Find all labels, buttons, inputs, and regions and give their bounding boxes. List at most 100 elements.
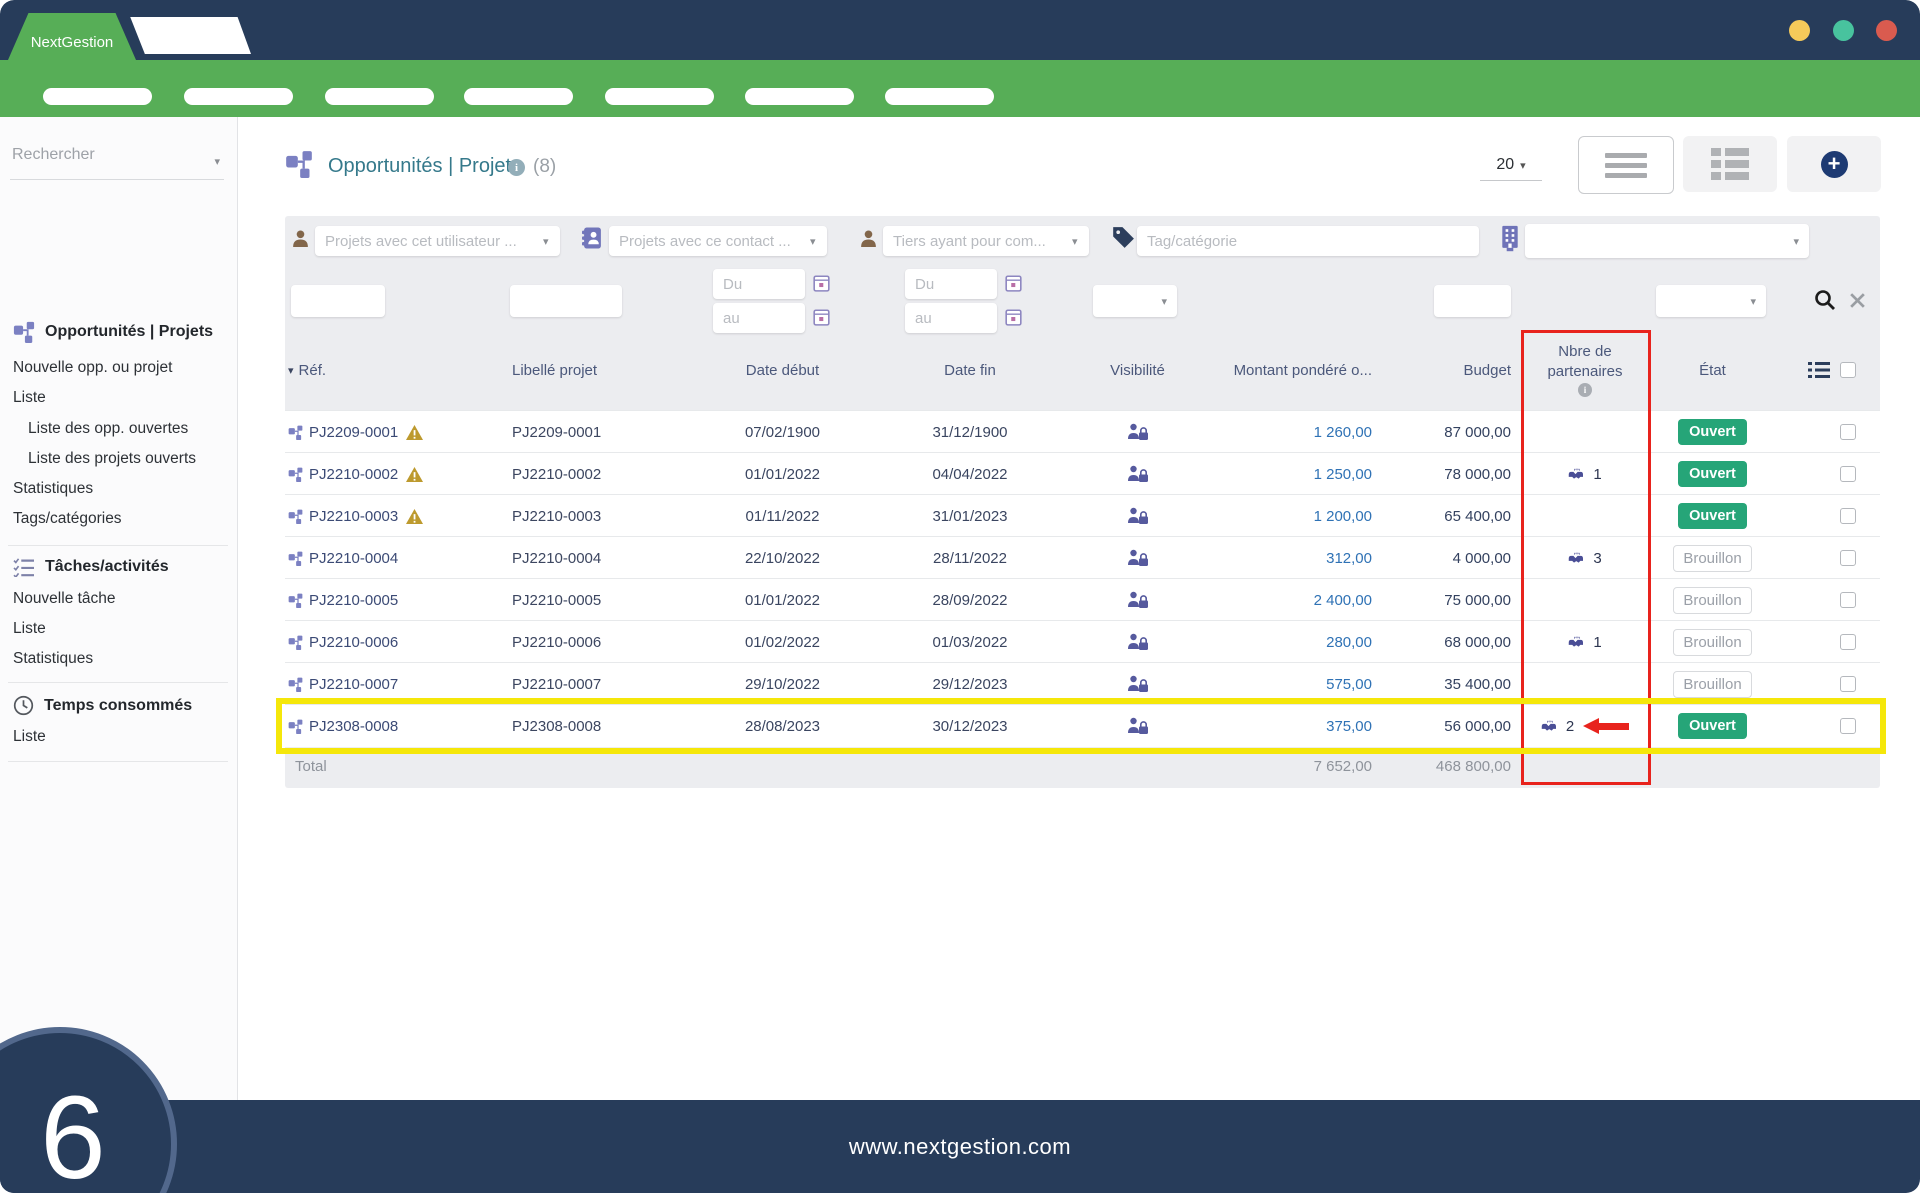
filter-debut-to-input[interactable] [713,303,805,333]
calendar-icon[interactable] [1005,274,1022,292]
sidebar-item-tags-categories[interactable]: Tags/catégories [13,510,122,528]
table-row[interactable]: PJ2210-0004 PJ2210-0004 22/10/2022 28/11… [285,536,1880,579]
close-icon[interactable] [1848,291,1867,310]
table-row[interactable]: PJ2210-0006 PJ2210-0006 01/02/2022 01/03… [285,620,1880,663]
info-icon[interactable]: i [1578,383,1592,397]
table-row-highlighted[interactable]: PJ2308-0008 PJ2308-0008 28/08/2023 30/12… [285,704,1880,747]
status-badge: Ouvert [1678,713,1747,739]
sitemap-icon [13,321,35,343]
sidebar-section-opportunites[interactable]: Opportunités | Projets [13,321,213,343]
filter-visibilite-select[interactable]: ▾ [1093,285,1177,317]
date-fin: 28/11/2022 [875,537,1065,579]
filter-budget-input[interactable] [1434,285,1511,317]
row-checkbox[interactable] [1840,592,1856,608]
header-montant[interactable]: Montant pondéré o... [1210,330,1380,410]
filter-ref-input[interactable] [291,285,385,317]
date-debut: 29/10/2022 [690,663,875,705]
header-date-debut[interactable]: Date début [690,330,875,410]
window-dot-yellow [1789,20,1810,41]
sidebar-item-nouvelle-opp[interactable]: Nouvelle opp. ou projet [13,359,172,377]
sidebar-search[interactable]: ▾ [10,145,224,180]
project-ref-link[interactable]: PJ2210-0003 [309,508,398,525]
filter-libelle-input[interactable] [510,285,622,317]
sidebar-item-liste-temps[interactable]: Liste [13,728,46,746]
row-checkbox[interactable] [1840,634,1856,650]
project-ref-link[interactable]: PJ2209-0001 [309,424,398,441]
partners-count: 3 [1568,550,1601,567]
header-partenaires[interactable]: Nbre de partenaires i [1515,330,1655,410]
project-ref-link[interactable]: PJ2210-0005 [309,592,398,609]
status-badge: Brouillon [1673,587,1751,614]
header-etat[interactable]: État [1655,330,1770,410]
visibility-group-lock-icon [1127,423,1149,441]
sidebar-item-liste-taches[interactable]: Liste [13,620,46,638]
sidebar-item-statistiques-taches[interactable]: Statistiques [13,650,93,668]
calendar-icon[interactable] [1005,308,1022,326]
sidebar: ▾ Opportunités | Projets Nouvelle opp. o… [0,117,238,1100]
add-button[interactable]: + [1787,136,1881,192]
sidebar-item-nouvelle-tache[interactable]: Nouvelle tâche [13,590,116,608]
calendar-icon[interactable] [813,308,830,326]
handshake-icon [1568,468,1586,481]
row-checkbox[interactable] [1840,466,1856,482]
budget: 68 000,00 [1380,621,1515,663]
status-badge: Brouillon [1673,545,1751,572]
filter-fin-from-input[interactable] [905,269,997,299]
project-ref-link[interactable]: PJ2210-0006 [309,634,398,651]
table-row[interactable]: PJ2210-0007 PJ2210-0007 29/10/2022 29/12… [285,662,1880,705]
row-checkbox[interactable] [1840,550,1856,566]
header-ref[interactable]: ▾ Réf. [285,330,500,410]
sidebar-item-liste-opp[interactable]: Liste [13,389,46,407]
sidebar-item-liste-projets-ouverts[interactable]: Liste des projets ouverts [28,450,196,468]
montant-pondere: 1 250,00 [1210,453,1380,495]
header-date-fin[interactable]: Date fin [875,330,1065,410]
project-ref-link[interactable]: PJ2210-0002 [309,466,398,483]
select-all-checkbox[interactable] [1840,362,1856,378]
project-ref-link[interactable]: PJ2308-0008 [309,718,398,735]
handshake-icon [1568,552,1586,565]
table-row[interactable]: PJ2210-0005 PJ2210-0005 01/01/2022 28/09… [285,578,1880,621]
project-ref-link[interactable]: PJ2210-0007 [309,676,398,693]
info-icon[interactable]: i [508,159,525,176]
montant-pondere: 312,00 [1210,537,1380,579]
search-icon[interactable] [1813,288,1837,312]
status-badge: Brouillon [1673,671,1751,698]
table-row[interactable]: PJ2210-0002 PJ2210-0002 01/01/2022 04/04… [285,452,1880,495]
sidebar-section-temps[interactable]: Temps consommés [13,695,192,716]
search-input[interactable] [10,145,194,165]
sidebar-item-statistiques-opp[interactable]: Statistiques [13,480,93,498]
row-checkbox[interactable] [1840,718,1856,734]
row-checkbox[interactable] [1840,508,1856,524]
filter-tiers-input[interactable] [883,226,1089,256]
filter-contact-input[interactable] [609,226,827,256]
filter-fin-to-input[interactable] [905,303,997,333]
sitemap-icon [288,425,303,440]
sidebar-section-taches[interactable]: Tâches/activités [13,557,169,577]
calendar-icon[interactable] [813,274,830,292]
filter-company-select[interactable]: ▾ [1525,224,1809,258]
detail-view-button[interactable] [1683,136,1777,192]
row-checkbox[interactable] [1840,424,1856,440]
project-ref-link[interactable]: PJ2210-0004 [309,550,398,567]
table-row[interactable]: PJ2210-0003 PJ2210-0003 01/11/2022 31/01… [285,494,1880,537]
table-row[interactable]: PJ2209-0001 PJ2209-0001 07/02/1900 31/12… [285,410,1880,453]
website-url: www.nextgestion.com [0,1134,1920,1160]
project-libelle: PJ2308-0008 [500,705,690,747]
header-libelle[interactable]: Libellé projet [500,330,690,410]
nav-pill [43,88,152,105]
filter-etat-select[interactable]: ▾ [1656,285,1766,317]
list-check-icon[interactable] [1808,361,1830,379]
header-label: Date fin [944,362,996,379]
row-checkbox[interactable] [1840,676,1856,692]
filter-user-input[interactable] [315,226,560,256]
header-label: partenaires [1547,363,1622,380]
filter-tag-input[interactable] [1137,226,1479,256]
sidebar-item-liste-opp-ouvertes[interactable]: Liste des opp. ouvertes [28,420,188,438]
list-view-button[interactable] [1578,136,1674,194]
filter-debut-from-input[interactable] [713,269,805,299]
page-size-select[interactable]: 20 ▾ [1480,150,1542,181]
header-label: Libellé projet [512,362,597,379]
header-budget[interactable]: Budget [1380,330,1515,410]
partners-count: 2 [1541,718,1574,735]
header-visibilite[interactable]: Visibilité [1065,330,1210,410]
